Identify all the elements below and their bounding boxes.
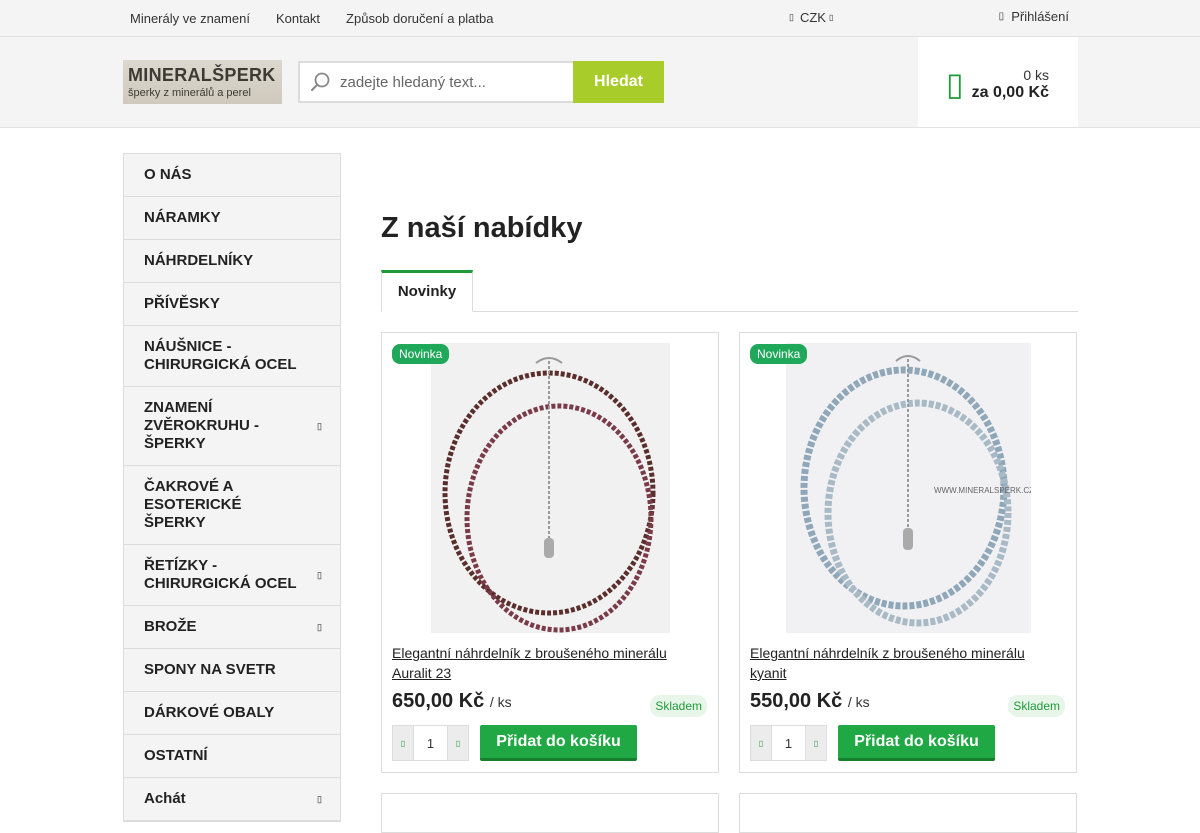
price-unit: / ks — [489, 694, 512, 710]
chevron-down-icon: ▯ — [828, 13, 834, 22]
logo[interactable]: MINERALŠPERK šperky z minerálů a perel — [123, 60, 282, 104]
chevron-right-icon[interactable]: ▯ — [317, 790, 322, 808]
cart-icon: ▯ — [946, 66, 964, 102]
top-nav: Minerály ve znamení Kontakt Způsob doruč… — [130, 0, 519, 36]
search-box — [298, 61, 573, 103]
product-image[interactable]: WWW.MINERALSPERK.CZ — [750, 343, 1066, 633]
sidebar-item-label: NÁRAMKY — [144, 209, 221, 226]
user-icon: ▯ — [998, 11, 1005, 22]
watermark-text: WWW.MINERALSPERK.CZ — [934, 486, 1031, 495]
chevron-right-icon[interactable]: ▯ — [317, 566, 322, 584]
new-badge: Novinka — [750, 344, 808, 364]
minus-icon[interactable]: ▯ — [750, 725, 772, 761]
chevron-right-icon[interactable]: ▯ — [317, 618, 322, 636]
sidebar-item-other[interactable]: OSTATNÍ — [124, 735, 340, 778]
price-unit: / ks — [847, 694, 870, 710]
product-price: 650,00 Kč / ks — [392, 690, 512, 713]
tab-novinky[interactable]: Novinky — [381, 270, 473, 312]
sidebar-item-pendants[interactable]: PŘÍVĚSKY — [124, 283, 340, 326]
price-value: 650,00 Kč — [392, 690, 485, 712]
plus-icon[interactable]: ▯ — [447, 725, 469, 761]
stock-badge: Skladem — [650, 695, 707, 717]
sidebar-item-brooches[interactable]: BROŽE ▯ — [124, 606, 340, 649]
sidebar-item-label: NÁHRDELNÍKY — [144, 252, 254, 269]
product-card — [739, 793, 1077, 833]
cart-total: za 0,00 Kč — [971, 84, 1049, 101]
category-sidebar: O NÁS NÁRAMKY NÁHRDELNÍKY PŘÍVĚSKY NÁUŠN… — [123, 153, 341, 822]
top-bar: Minerály ve znamení Kontakt Způsob doruč… — [0, 0, 1200, 37]
sidebar-item-chains[interactable]: ŘETÍZKY - CHIRURGICKÁ OCEL ▯ — [124, 545, 340, 606]
search-button[interactable]: Hledat — [573, 61, 664, 103]
coins-icon: ▯ — [789, 12, 794, 22]
sidebar-item-sweater-clips[interactable]: SPONY NA SVETR — [124, 649, 340, 692]
minus-icon[interactable]: ▯ — [392, 725, 414, 761]
quantity-stepper: ▯ 1 ▯ — [392, 725, 469, 761]
nav-link-delivery-payment[interactable]: Způsob doručení a platba — [346, 11, 493, 26]
quantity-stepper: ▯ 1 ▯ — [750, 725, 827, 761]
sidebar-item-necklaces[interactable]: NÁHRDELNÍKY — [124, 240, 340, 283]
sidebar-item-label: ČAKROVÉ A ESOTERICKÉ ŠPERKY — [144, 478, 242, 531]
currency-label: CZK — [799, 10, 826, 25]
sidebar-item-earrings[interactable]: NÁUŠNICE - CHIRURGICKÁ OCEL — [124, 326, 340, 387]
logo-title: MINERALŠPERK — [128, 65, 276, 85]
product-name-link[interactable]: Elegantní náhrdelník z broušeného minerá… — [750, 643, 1060, 683]
login-link[interactable]: ▯ Přihlášení — [999, 9, 1069, 24]
quantity-input[interactable]: 1 — [772, 725, 805, 761]
currency-selector[interactable]: ▯ CZK ▯ — [789, 10, 833, 25]
sidebar-item-chakra[interactable]: ČAKROVÉ A ESOTERICKÉ ŠPERKY — [124, 466, 340, 545]
stock-badge: Skladem — [1008, 695, 1065, 717]
sidebar-item-label: PŘÍVĚSKY — [144, 295, 220, 312]
nav-link-minerals-zodiac[interactable]: Minerály ve znamení — [130, 11, 250, 26]
sidebar-item-label: BROŽE — [144, 618, 197, 635]
product-price: 550,00 Kč / ks — [750, 690, 870, 713]
sidebar-item-bracelets[interactable]: NÁRAMKY — [124, 197, 340, 240]
login-label: Přihlášení — [1011, 9, 1069, 24]
search-form: Hledat — [298, 61, 664, 103]
product-name-link[interactable]: Elegantní náhrdelník z broušeného minerá… — [392, 643, 702, 683]
sidebar-item-label: Achát — [144, 790, 186, 807]
sidebar-item-gift-boxes[interactable]: DÁRKOVÉ OBALY — [124, 692, 340, 735]
search-icon — [300, 71, 340, 93]
product-image[interactable] — [392, 343, 708, 633]
cart-count: 0 ks — [1023, 67, 1049, 83]
chevron-right-icon[interactable]: ▯ — [317, 417, 322, 435]
product-tabs: Novinky — [381, 270, 1078, 312]
product-card: Novinka WWW.MINERALSPERK.CZ Elegantní ná… — [739, 332, 1077, 773]
search-input[interactable] — [340, 73, 560, 91]
product-card — [381, 793, 719, 833]
sidebar-item-label: OSTATNÍ — [144, 747, 208, 764]
sidebar-item-label: NÁUŠNICE - CHIRURGICKÁ OCEL — [144, 338, 297, 373]
header: MINERALŠPERK šperky z minerálů a perel H… — [0, 37, 1200, 128]
sidebar-item-about[interactable]: O NÁS — [124, 154, 340, 197]
price-value: 550,00 Kč — [750, 690, 843, 712]
cart-widget[interactable]: ▯ 0 ks za 0,00 Kč — [918, 37, 1078, 127]
logo-tagline: šperky z minerálů a perel — [128, 87, 251, 99]
sidebar-item-label: SPONY NA SVETR — [144, 661, 276, 678]
sidebar-item-label: DÁRKOVÉ OBALY — [144, 704, 275, 721]
add-to-cart-button[interactable]: Přidat do košíku — [838, 725, 995, 761]
new-badge: Novinka — [392, 344, 450, 364]
sidebar-item-zodiac[interactable]: ZNAMENÍ ZVĚROKRUHU - ŠPERKY ▯ — [124, 387, 340, 466]
plus-icon[interactable]: ▯ — [805, 725, 827, 761]
sidebar-item-label: ZNAMENÍ ZVĚROKRUHU - ŠPERKY — [144, 399, 259, 452]
add-to-cart-button[interactable]: Přidat do košíku — [480, 725, 637, 761]
page-title: Z naší nabídky — [381, 212, 583, 244]
product-card: Novinka Elegantní náhrdelník z broušenéh… — [381, 332, 719, 773]
sidebar-item-label: ŘETÍZKY - CHIRURGICKÁ OCEL — [144, 557, 297, 592]
nav-link-contact[interactable]: Kontakt — [276, 11, 320, 26]
sidebar-item-label: O NÁS — [144, 166, 192, 183]
quantity-input[interactable]: 1 — [414, 725, 447, 761]
